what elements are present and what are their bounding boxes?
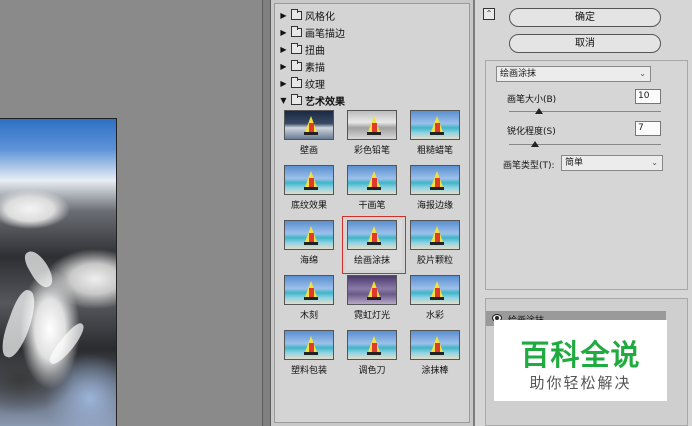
filter-sponge[interactable]: 海绵 [283, 220, 339, 270]
filter-label: 粗糙蜡笔 [416, 146, 453, 156]
brush-size-slider-track[interactable] [509, 111, 661, 112]
filter-label: 底纹效果 [290, 201, 327, 211]
filter-label: 胶片颗粒 [416, 256, 453, 266]
filter-label: 海绵 [299, 256, 318, 266]
filter-thumbnail [410, 110, 460, 140]
filter-select[interactable]: 绘画涂抹 ⌄ [496, 66, 651, 82]
filter-neon-glow[interactable]: 霓虹灯光 [346, 275, 402, 325]
watermark-logo: 百科全说 助你轻松解决 [494, 320, 667, 401]
filter-thumbnail [410, 165, 460, 195]
filter-label: 塑料包装 [290, 366, 327, 376]
filter-thumbnail [284, 220, 334, 250]
preview-image [0, 118, 117, 426]
folder-icon [291, 42, 302, 54]
triangle-down-icon: ▼ [280, 95, 287, 105]
folder-sketch[interactable]: ▶ 素描 [279, 58, 325, 74]
watermark-title: 百科全说 [520, 338, 641, 372]
filter-colored-pencil[interactable]: 彩色铅笔 [346, 110, 402, 160]
preview-canvas[interactable] [0, 0, 263, 426]
folder-icon [291, 8, 302, 20]
filter-underpainting[interactable]: 底纹效果 [283, 165, 339, 215]
filter-label: 涂抹棒 [421, 366, 449, 376]
folder-artistic[interactable]: ▼ 艺术效果 [279, 92, 345, 108]
filter-label: 壁画 [299, 146, 318, 156]
folder-label: 风格化 [305, 11, 335, 23]
filter-label: 水彩 [425, 311, 444, 321]
triangle-right-icon: ▶ [280, 10, 287, 20]
filter-label: 干画笔 [358, 201, 386, 211]
filter-label: 霓虹灯光 [353, 311, 390, 321]
filter-thumbnail [347, 220, 397, 250]
sharpness-label: 锐化程度(S) [507, 127, 556, 137]
filter-thumbnail [347, 165, 397, 195]
folder-stylize[interactable]: ▶ 风格化 [279, 7, 335, 23]
filter-watercolor[interactable]: 水彩 [409, 275, 465, 325]
filter-thumbnail [410, 220, 460, 250]
folder-texture[interactable]: ▶ 纹理 [279, 75, 325, 91]
filter-cutout[interactable]: 木刻 [283, 275, 339, 325]
triangle-right-icon: ▶ [280, 78, 287, 88]
cancel-button[interactable]: 取消 [509, 34, 661, 53]
filter-palette-knife[interactable]: 调色刀 [346, 330, 402, 380]
brush-type-value: 简单 [565, 158, 584, 168]
filter-thumbnail [284, 110, 334, 140]
filter-rough-pastels[interactable]: 粗糙蜡笔 [409, 110, 465, 160]
filter-thumbnail [347, 275, 397, 305]
folder-label: 艺术效果 [305, 96, 345, 108]
filter-thumbnail [284, 165, 334, 195]
chevron-down-icon: ⌄ [651, 158, 658, 167]
brush-size-slider-thumb[interactable] [535, 108, 544, 114]
folder-icon [291, 59, 302, 71]
brush-size-input[interactable]: 10 [635, 89, 661, 104]
chevron-down-icon: ⌄ [639, 69, 646, 78]
filter-thumbnail [410, 275, 460, 305]
ok-button[interactable]: 确定 [509, 8, 661, 27]
filter-label: 调色刀 [358, 366, 386, 376]
filter-thumbnail [284, 330, 334, 360]
sharpness-input[interactable]: 7 [635, 121, 661, 136]
filter-gallery-list[interactable]: ▶ 风格化 ▶ 画笔描边 ▶ 扭曲 ▶ 素描 ▶ 纹理 ▼ 艺术效果 壁画 彩色… [274, 3, 470, 423]
folder-label: 素描 [305, 62, 325, 74]
filter-plastic-wrap[interactable]: 塑料包装 [283, 330, 339, 380]
folder-label: 扭曲 [305, 45, 325, 57]
watermark-subtitle: 助你轻松解决 [529, 374, 632, 392]
brush-type-label: 画笔类型(T): [503, 161, 555, 171]
filter-select-value: 绘画涂抹 [500, 69, 537, 79]
folder-brush-strokes[interactable]: ▶ 画笔描边 [279, 24, 345, 40]
preview-area[interactable] [0, 0, 270, 426]
filter-paint-daubs[interactable]: 绘画涂抹 [342, 216, 406, 274]
brush-size-label: 画笔大小(B) [507, 95, 557, 105]
filter-label: 海报边缘 [416, 201, 453, 211]
triangle-right-icon: ▶ [280, 61, 287, 71]
triangle-right-icon: ▶ [280, 44, 287, 54]
filter-thumbnail [347, 110, 397, 140]
folder-label: 画笔描边 [305, 28, 345, 40]
brush-type-select[interactable]: 简单 ⌄ [561, 155, 663, 171]
folder-open-icon [291, 93, 302, 105]
filter-fresco[interactable]: 壁画 [283, 110, 339, 160]
filter-dry-brush[interactable]: 干画笔 [346, 165, 402, 215]
filter-thumbnail [347, 330, 397, 360]
folder-icon [291, 76, 302, 88]
folder-label: 纹理 [305, 79, 325, 91]
folder-icon [291, 25, 302, 37]
filter-label: 彩色铅笔 [353, 146, 390, 156]
filter-poster-edges[interactable]: 海报边缘 [409, 165, 465, 215]
folder-distort[interactable]: ▶ 扭曲 [279, 41, 325, 57]
collapse-gallery-icon[interactable]: ⌃ [483, 8, 495, 20]
filter-label: 绘画涂抹 [353, 256, 390, 266]
sharpness-slider-thumb[interactable] [530, 141, 539, 147]
filter-smudge-stick[interactable]: 涂抹棒 [409, 330, 465, 380]
filter-gallery-panel: ▶ 风格化 ▶ 画笔描边 ▶ 扭曲 ▶ 素描 ▶ 纹理 ▼ 艺术效果 壁画 彩色… [270, 0, 474, 426]
filter-label: 木刻 [299, 311, 318, 321]
triangle-right-icon: ▶ [280, 27, 287, 37]
filter-thumbnail [284, 275, 334, 305]
filter-thumbnail [410, 330, 460, 360]
filter-film-grain[interactable]: 胶片颗粒 [409, 220, 465, 270]
